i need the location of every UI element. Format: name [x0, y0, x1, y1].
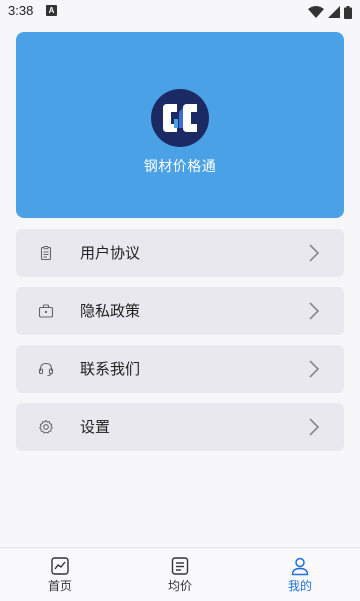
status-icons [308, 5, 352, 19]
menu-item-user-agreement[interactable]: 用户协议 [16, 229, 344, 277]
clipboard-icon [40, 246, 52, 261]
menu-item-label: 联系我们 [80, 360, 141, 378]
chevron-right-icon [309, 244, 320, 262]
chevron-right-icon [309, 360, 320, 378]
battery-icon [344, 5, 352, 19]
chart-icon [51, 557, 69, 575]
tab-mine[interactable]: 我的 [240, 548, 360, 601]
headset-icon [38, 362, 54, 377]
bottom-tab-bar: 首页 均价 我的 [0, 547, 360, 601]
profile-banner: 钢材价格通 [16, 32, 344, 218]
user-icon [291, 557, 309, 576]
menu-item-label: 设置 [80, 418, 111, 436]
menu-item-label: 隐私政策 [80, 302, 141, 320]
gear-icon [39, 420, 53, 434]
list-icon [171, 557, 189, 575]
menu-item-label: 用户协议 [80, 244, 141, 262]
tab-label: 均价 [167, 579, 192, 593]
status-time: 3:38 [8, 3, 34, 18]
menu-item-privacy-policy[interactable]: 隐私政策 [16, 287, 344, 335]
chevron-right-icon [309, 302, 320, 320]
app-name: 钢材价格通 [143, 159, 217, 175]
tab-label: 首页 [47, 579, 72, 593]
wifi-icon [308, 6, 324, 18]
menu-item-contact-us[interactable]: 联系我们 [16, 345, 344, 393]
tab-home[interactable]: 首页 [0, 548, 120, 601]
status-bar: 3:38 A [0, 0, 360, 24]
gc-logo-icon [151, 89, 209, 147]
signal-icon [328, 6, 340, 18]
tab-label: 我的 [287, 579, 312, 593]
a-notification-icon: A [46, 5, 57, 16]
tab-average-price[interactable]: 均价 [120, 548, 240, 601]
chevron-right-icon [309, 418, 320, 436]
briefcase-icon [38, 304, 54, 318]
menu-item-settings[interactable]: 设置 [16, 403, 344, 451]
